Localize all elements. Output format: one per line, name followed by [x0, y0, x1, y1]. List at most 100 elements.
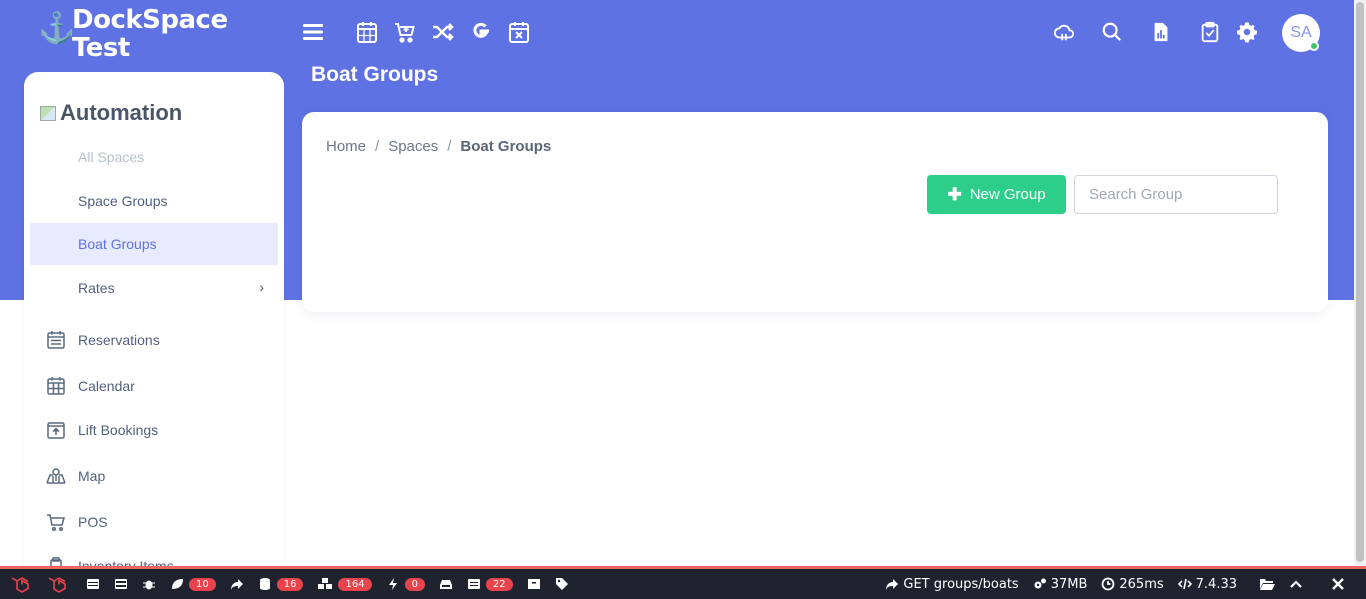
debug-bar: 10 16 164 0 22 GET groups/boats 37MB 265… [0, 566, 1366, 599]
laravel-secondary-icon[interactable] [37, 569, 79, 599]
gear-icon[interactable] [1233, 18, 1261, 46]
messages-count-badge: 10 [189, 577, 216, 591]
inbox-icon [439, 580, 452, 589]
request-panel-icon[interactable] [79, 569, 107, 599]
clipboard-check-icon[interactable] [1196, 18, 1224, 46]
breadcrumb: Home / Spaces / Boat Groups [326, 138, 551, 155]
views-tab[interactable]: 22 [460, 569, 520, 599]
search-icon[interactable] [1098, 18, 1126, 46]
models-tab[interactable]: 164 [310, 569, 378, 599]
code-icon [1177, 578, 1192, 590]
sidebar-item-label: Space Groups [78, 193, 168, 209]
sidebar-item-pos[interactable]: POS [46, 505, 278, 539]
clock-icon [1101, 577, 1115, 591]
tags-tab[interactable] [548, 569, 576, 599]
redirect-tab[interactable] [223, 569, 251, 599]
search-group-input[interactable] [1074, 175, 1278, 214]
request-duration[interactable]: 265ms [1094, 569, 1170, 599]
cloud-icon[interactable] [1050, 18, 1078, 46]
breadcrumb-current: Boat Groups [460, 138, 552, 155]
sidebar-item-label: Lift Bookings [78, 422, 159, 438]
google-icon[interactable] [468, 18, 494, 46]
bug-icon[interactable] [135, 569, 163, 599]
chevron-right-icon: › [259, 279, 264, 295]
sidebar-item-lift-bookings[interactable]: Lift Bookings [46, 413, 278, 447]
cogs-icon [1034, 578, 1046, 589]
sidebar-item-label: Rates [78, 280, 115, 296]
avatar-initials: SA [1290, 24, 1312, 41]
open-folder-icon[interactable] [1252, 569, 1282, 599]
sidebar-item-label: Boat Groups [78, 236, 157, 252]
page-scrollbar[interactable] [1354, 0, 1366, 566]
sidebar-heading: Automation [40, 100, 182, 126]
brand-name: DockSpace Test [72, 6, 228, 62]
leaf-icon [172, 579, 183, 589]
anchor-icon: ⚓ [38, 12, 76, 45]
sidebar-item-label: Map [78, 468, 106, 484]
debug-bar-status: GET groups/boats 37MB 265ms 7.4.33 [878, 569, 1352, 599]
version-text: 7.4.33 [1195, 576, 1237, 592]
events-count-badge: 0 [404, 577, 425, 591]
brand-logo[interactable]: ⚓ DockSpace Test [38, 6, 228, 62]
breadcrumb-separator: / [375, 138, 380, 155]
breadcrumb-home[interactable]: Home [326, 138, 366, 155]
brand-line-2: Test [72, 33, 130, 63]
sidebar-item-reservations[interactable]: Reservations [46, 323, 278, 357]
plus-icon: ✚ [947, 184, 962, 204]
archive-icon [527, 579, 540, 589]
brand-line-1: DockSpace [72, 5, 228, 35]
reservations-icon [46, 330, 66, 350]
file-chart-icon[interactable] [1147, 18, 1175, 46]
menu-icon[interactable] [300, 18, 326, 46]
request-route-text: GET groups/boats [903, 576, 1019, 592]
chevron-up-icon[interactable] [1282, 569, 1310, 599]
php-version[interactable]: 7.4.33 [1171, 569, 1244, 599]
user-avatar[interactable]: SA [1282, 14, 1320, 52]
sidebar-item-label: Reservations [78, 332, 160, 348]
lift-icon [46, 420, 66, 440]
views-count-badge: 22 [485, 577, 513, 591]
memory-text: 37MB [1050, 576, 1088, 592]
messages-tab[interactable]: 10 [163, 569, 223, 599]
sidebar-item-space-groups[interactable]: Space Groups [30, 180, 278, 222]
timeline-panel-icon[interactable] [107, 569, 135, 599]
cart-icon[interactable] [392, 18, 418, 46]
events-tab[interactable]: 0 [379, 569, 432, 599]
calendar-icon[interactable] [354, 18, 380, 46]
sidebar-item-map[interactable]: Map [46, 459, 278, 493]
new-group-label: New Group [969, 186, 1046, 203]
sidebar-item-rates[interactable]: Rates › [30, 267, 278, 309]
sidebar-item-boat-groups[interactable]: Boat Groups [30, 223, 278, 265]
calendar-x-icon[interactable] [506, 18, 532, 46]
mail-tab[interactable] [432, 569, 460, 599]
top-toolbar [300, 18, 544, 46]
tags-icon [555, 578, 568, 590]
calendar-icon [46, 376, 66, 396]
sidebar-item-calendar[interactable]: Calendar [46, 369, 278, 403]
share-icon [230, 579, 243, 590]
database-icon [259, 578, 270, 590]
close-icon[interactable] [1324, 569, 1352, 599]
memory-usage[interactable]: 37MB [1026, 569, 1095, 599]
content-card: Home / Spaces / Boat Groups ✚ New Group [302, 112, 1328, 312]
bolt-icon [388, 578, 397, 590]
share-icon [886, 579, 899, 590]
queries-count-badge: 16 [276, 577, 304, 591]
shuffle-icon[interactable] [430, 18, 456, 46]
laravel-logo-icon[interactable] [0, 569, 37, 599]
sidebar-item-label: All Spaces [78, 149, 145, 165]
sidebar: Automation All Spaces Space Groups Boat … [24, 72, 284, 592]
session-tab[interactable] [520, 569, 548, 599]
queries-tab[interactable]: 16 [251, 569, 311, 599]
duration-text: 265ms [1119, 576, 1164, 592]
new-group-button[interactable]: ✚ New Group [927, 175, 1066, 214]
broken-image-icon [40, 105, 56, 121]
breadcrumb-spaces[interactable]: Spaces [388, 138, 438, 155]
sidebar-item-label: Calendar [78, 378, 135, 394]
request-route[interactable]: GET groups/boats [878, 569, 1025, 599]
sidebar-item-all-spaces[interactable]: All Spaces [30, 136, 278, 178]
page-title: Boat Groups [311, 63, 439, 86]
cart-icon [46, 512, 66, 532]
scrollbar-thumb[interactable] [1356, 2, 1364, 562]
sidebar-heading-text: Automation [60, 100, 183, 125]
